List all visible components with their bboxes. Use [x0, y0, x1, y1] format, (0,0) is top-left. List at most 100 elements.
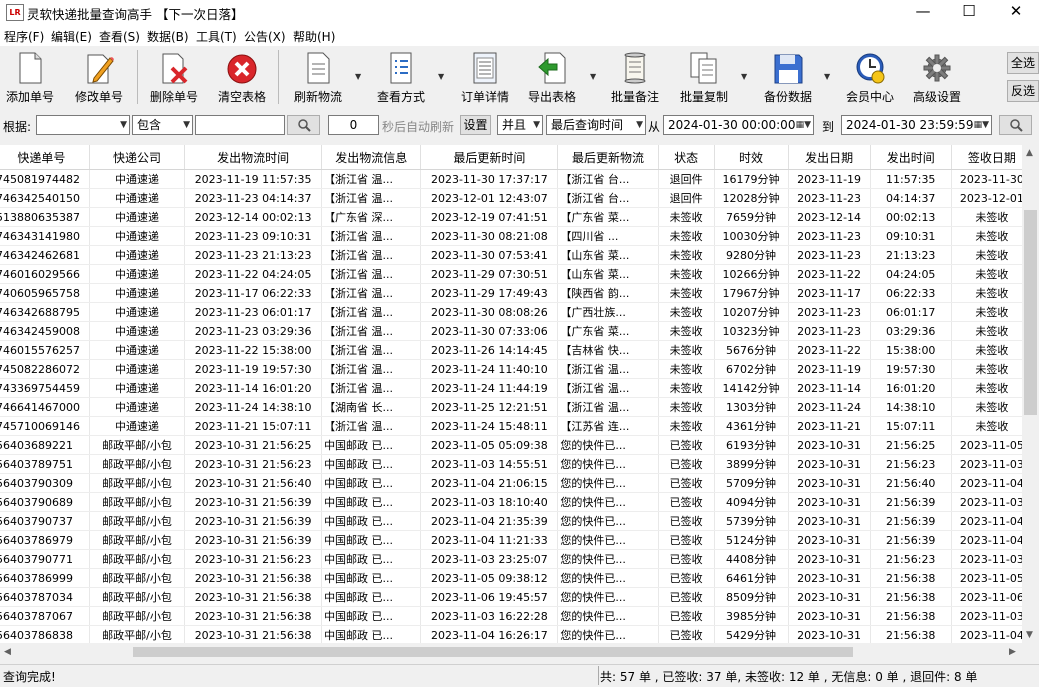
search-button[interactable]: [287, 115, 320, 135]
clear-table-button[interactable]: 清空表格: [207, 50, 277, 106]
member-center-button[interactable]: 会员中心: [835, 50, 905, 106]
table-cell: 5676分钟: [714, 340, 789, 360]
invert-selection-button[interactable]: 反选: [1007, 80, 1039, 102]
table-cell: 中国邮政 已...: [321, 568, 422, 588]
table-row[interactable]: 746015576257 中通速递 2023-11-22 15:38:00 【浙江省 …: [0, 340, 1022, 360]
column-header[interactable]: 快递单号: [0, 145, 90, 170]
table-cell: 2023-11-30 07:33:06: [420, 321, 559, 341]
backup-dropdown-icon[interactable]: ▼: [824, 72, 832, 81]
filter-match-select[interactable]: 包含 ▼: [132, 115, 193, 135]
filter-keyword-input[interactable]: [195, 115, 285, 135]
column-header[interactable]: 最后更新时间: [420, 145, 559, 170]
table-row[interactable]: 745082286072 中通速递 2023-11-19 19:57:30 【浙江省 …: [0, 359, 1022, 379]
table-row[interactable]: 745081974482 中通速递 2023-11-19 11:57:35 【浙江省 …: [0, 169, 1022, 189]
table-row[interactable]: 56403789751 邮政平邮/小包 2023-10-31 21:56:23 中国邮…: [0, 454, 1022, 474]
add-tracking-button[interactable]: 添加单号: [0, 50, 65, 106]
table-row[interactable]: 746342540150 中通速递 2023-11-23 04:14:37 【浙江省 …: [0, 188, 1022, 208]
table-row[interactable]: 513880635387 中通速递 2023-12-14 00:02:13 【广东省 …: [0, 207, 1022, 227]
backup-data-button[interactable]: 备份数据: [753, 50, 823, 106]
edit-tracking-button[interactable]: 修改单号: [64, 50, 134, 106]
column-header[interactable]: 签收日期: [951, 145, 1022, 170]
refresh-dropdown-icon[interactable]: ▼: [355, 72, 363, 81]
scroll-up-icon[interactable]: ▲: [1026, 148, 1033, 158]
table-row[interactable]: 746342462681 中通速递 2023-11-23 21:13:23 【浙江省 …: [0, 245, 1022, 265]
table-cell: 2023-10-31 21:56:39: [184, 492, 323, 512]
table-row[interactable]: 745710069146 中通速递 2023-11-21 15:07:11 【浙江省 …: [0, 416, 1022, 436]
menu-program[interactable]: 程序(F): [4, 28, 44, 45]
column-header[interactable]: 时效: [714, 145, 789, 170]
time-field-select[interactable]: 最后查询时间 ▼: [546, 115, 646, 135]
table-row[interactable]: 56403790689 邮政平邮/小包 2023-10-31 21:56:39 中国邮…: [0, 492, 1022, 512]
column-header[interactable]: 最后更新物流: [557, 145, 659, 170]
view-list-icon: [390, 52, 412, 84]
view-mode-dropdown-icon[interactable]: ▼: [438, 72, 446, 81]
menu-notice[interactable]: 公告(X): [244, 28, 286, 45]
column-header[interactable]: 发出时间: [870, 145, 952, 170]
table-cell: 已签收: [658, 435, 715, 455]
table-row[interactable]: 743369754459 中通速递 2023-11-14 16:01:20 【浙江省 …: [0, 378, 1022, 398]
logic-select[interactable]: 并且 ▼: [497, 115, 543, 135]
table-row[interactable]: 56403786999 邮政平邮/小包 2023-10-31 21:56:38 中国邮…: [0, 568, 1022, 588]
table-row[interactable]: 740605965758 中通速递 2023-11-17 06:22:33 【浙江省 …: [0, 283, 1022, 303]
table-row[interactable]: 56403786979 邮政平邮/小包 2023-10-31 21:56:39 中国邮…: [0, 530, 1022, 550]
view-mode-button[interactable]: 查看方式: [366, 50, 436, 106]
table-row[interactable]: 56403786838 邮政平邮/小包 2023-10-31 21:56:38 中国邮…: [0, 625, 1022, 643]
scroll-right-icon[interactable]: ▶: [1009, 647, 1016, 657]
delete-tracking-button[interactable]: 删除单号: [139, 50, 209, 106]
table-cell: 740605965758: [0, 283, 90, 303]
date-search-button[interactable]: [999, 115, 1032, 135]
close-button[interactable]: ✕: [993, 0, 1039, 24]
column-header[interactable]: 发出日期: [788, 145, 871, 170]
vertical-scroll-thumb[interactable]: [1024, 210, 1037, 415]
filter-field-select[interactable]: ▼: [36, 115, 130, 135]
table-row[interactable]: 56403689221 邮政平邮/小包 2023-10-31 21:56:25 中国邮…: [0, 435, 1022, 455]
column-header[interactable]: 快递公司: [89, 145, 186, 170]
scroll-left-icon[interactable]: ◀: [4, 647, 11, 657]
table-row[interactable]: 56403790771 邮政平邮/小包 2023-10-31 21:56:23 中国邮…: [0, 549, 1022, 569]
table-cell: 746343141980: [0, 226, 90, 246]
table-cell: 2023-10-31 21:56:38: [184, 606, 323, 626]
maximize-button[interactable]: ☐: [946, 0, 992, 24]
scroll-down-icon[interactable]: ▼: [1026, 630, 1033, 640]
export-table-button[interactable]: 导出表格: [517, 50, 587, 106]
table-row[interactable]: 746641467000 中通速递 2023-11-24 14:38:10 【湖南省 …: [0, 397, 1022, 417]
from-datetime-picker[interactable]: 2024-01-30 00:00:00 ▦▼: [663, 115, 814, 135]
menu-view[interactable]: 查看(S): [99, 28, 140, 45]
table-cell: 7659分钟: [714, 207, 789, 227]
order-detail-button[interactable]: 订单详情: [450, 50, 520, 106]
refresh-logistics-button[interactable]: 刷新物流: [283, 50, 353, 106]
batch-note-button[interactable]: 批量备注: [600, 50, 670, 106]
set-button[interactable]: 设置: [460, 115, 491, 135]
menu-data[interactable]: 数据(B): [147, 28, 189, 45]
table-row[interactable]: 56403790737 邮政平邮/小包 2023-10-31 21:56:39 中国邮…: [0, 511, 1022, 531]
menu-tools[interactable]: 工具(T): [196, 28, 237, 45]
auto-refresh-seconds-input[interactable]: 0: [328, 115, 379, 135]
menu-edit[interactable]: 编辑(E): [51, 28, 92, 45]
menu-help[interactable]: 帮助(H): [293, 28, 335, 45]
column-header[interactable]: 状态: [658, 145, 715, 170]
results-grid[interactable]: 快递单号 快递公司 发出物流时间 发出物流信息 最后更新时间 最后更新物流 状态…: [0, 145, 1022, 643]
table-cell: 2023-11-30 07:53:41: [420, 245, 559, 265]
table-row[interactable]: 56403790309 邮政平邮/小包 2023-10-31 21:56:40 中国邮…: [0, 473, 1022, 493]
table-row[interactable]: 746342459008 中通速递 2023-11-23 03:29:36 【浙江省 …: [0, 321, 1022, 341]
table-cell: 2023-11-05 09:38:12: [420, 568, 559, 588]
table-row[interactable]: 746342688795 中通速递 2023-11-23 06:01:17 【浙江省 …: [0, 302, 1022, 322]
chevron-down-icon: ▼: [533, 120, 540, 130]
to-datetime-picker[interactable]: 2024-01-30 23:59:59 ▦▼: [841, 115, 992, 135]
minimize-button[interactable]: —: [900, 0, 946, 24]
table-cell: 2023-11-24 11:44:19: [420, 378, 559, 398]
table-row[interactable]: 56403787067 邮政平邮/小包 2023-10-31 21:56:38 中国邮…: [0, 606, 1022, 626]
batch-copy-button[interactable]: 批量复制: [669, 50, 739, 106]
column-header[interactable]: 发出物流时间: [184, 145, 323, 170]
advanced-settings-button[interactable]: 高级设置: [902, 50, 972, 106]
copy-dropdown-icon[interactable]: ▼: [741, 72, 749, 81]
select-all-button[interactable]: 全选: [1007, 52, 1039, 74]
table-cell: 21:56:39: [870, 492, 952, 512]
table-row[interactable]: 746343141980 中通速递 2023-11-23 09:10:31 【浙江省 …: [0, 226, 1022, 246]
table-cell: 中国邮政 已...: [321, 549, 422, 569]
table-row[interactable]: 746016029566 中通速递 2023-11-22 04:24:05 【浙江省 …: [0, 264, 1022, 284]
column-header[interactable]: 发出物流信息: [321, 145, 422, 170]
export-dropdown-icon[interactable]: ▼: [590, 72, 598, 81]
horizontal-scroll-thumb[interactable]: [133, 647, 853, 657]
table-row[interactable]: 56403787034 邮政平邮/小包 2023-10-31 21:56:38 中国邮…: [0, 587, 1022, 607]
